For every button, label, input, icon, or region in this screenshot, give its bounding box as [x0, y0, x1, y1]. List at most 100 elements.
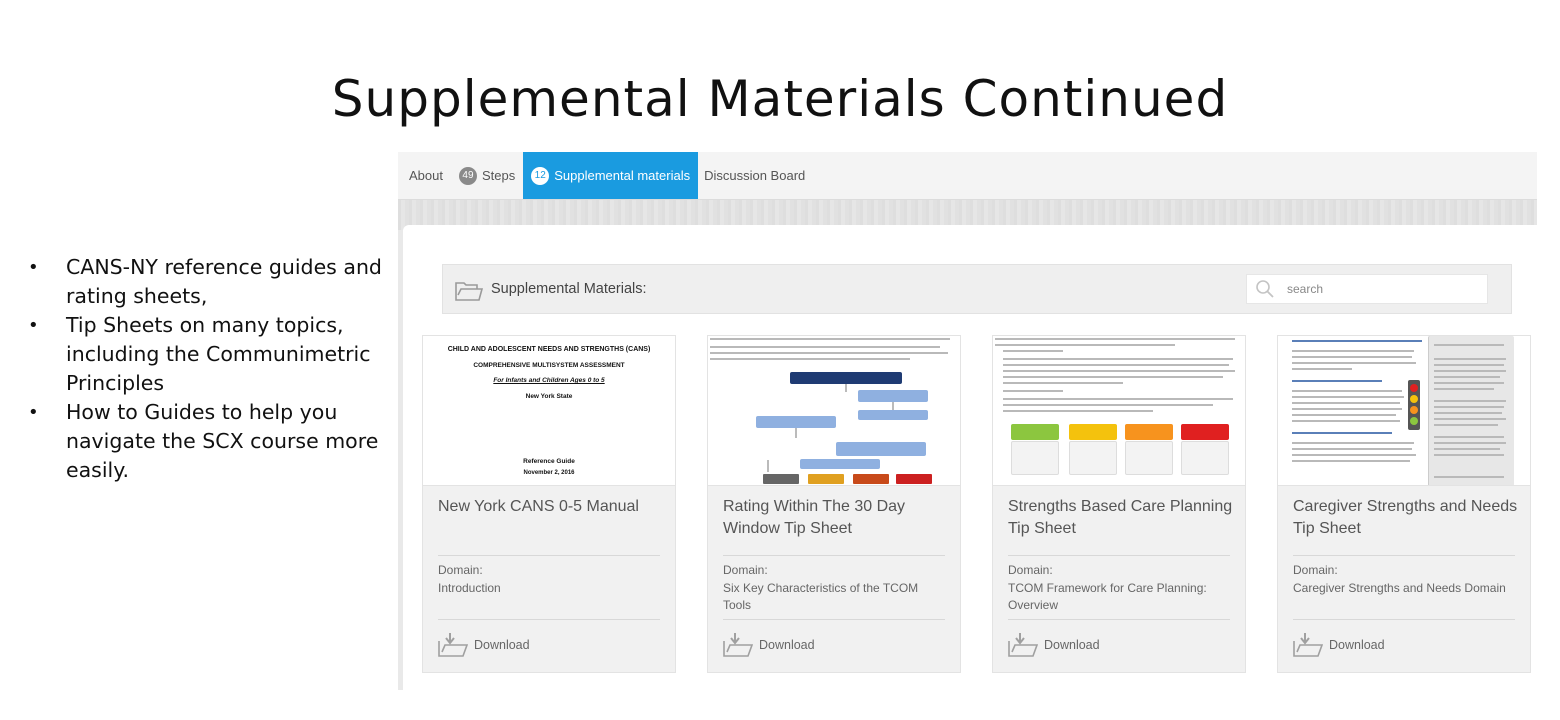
traffic-light-orange	[1410, 406, 1418, 414]
text-line	[1003, 390, 1063, 392]
domain-value: Introduction	[438, 581, 501, 595]
document-thumbnail[interactable]: CHILD AND ADOLESCENT NEEDS AND STRENGTHS…	[423, 336, 675, 486]
text-line	[1434, 382, 1504, 384]
domain-label: Domain:	[723, 563, 768, 577]
divider	[1293, 555, 1515, 556]
text-line	[1292, 460, 1410, 462]
text-line	[1434, 364, 1504, 366]
text-line	[1292, 448, 1412, 450]
thumb-state: New York State	[525, 393, 573, 400]
course-screenshot: About 49 Steps 12 Supplemental materials D…	[398, 152, 1537, 690]
text-line	[1434, 358, 1506, 360]
tab-supplemental-materials[interactable]: 12 Supplemental materials	[523, 152, 699, 199]
card-title[interactable]: Rating Within The 30 Day Window Tip Shee…	[723, 496, 948, 540]
text-line	[1292, 414, 1396, 416]
rating-detail	[1011, 441, 1059, 475]
bullet-item: How to Guides to help you navigate the S…	[28, 398, 388, 485]
text-line	[1292, 420, 1400, 422]
tab-discussion-board[interactable]: Discussion Board	[698, 152, 809, 199]
divider	[723, 555, 945, 556]
tab-label: About	[409, 168, 443, 183]
document-thumbnail[interactable]	[708, 336, 960, 486]
download-button[interactable]: Download	[1008, 632, 1100, 658]
text-line	[1003, 398, 1233, 400]
domain-value: Caregiver Strengths and Needs Domain	[1293, 581, 1506, 595]
text-line	[710, 338, 950, 340]
text-line	[1434, 436, 1504, 438]
text-line	[710, 352, 948, 354]
traffic-light-green	[1410, 417, 1418, 425]
divider	[438, 619, 660, 620]
tab-steps[interactable]: 49 Steps	[455, 152, 519, 199]
download-icon	[438, 633, 468, 657]
text-line	[1434, 388, 1494, 390]
search-box[interactable]	[1246, 274, 1488, 304]
card-title[interactable]: Caregiver Strengths and Needs Tip Sheet	[1293, 496, 1518, 540]
text-line	[1434, 476, 1504, 478]
tab-label: Discussion Board	[704, 168, 806, 183]
download-label: Download	[1044, 638, 1100, 652]
thumb-ages: For Infants and Children Ages 0 to 5	[493, 377, 605, 384]
text-line	[995, 344, 1175, 346]
material-card[interactable]: Caregiver Strengths and Needs Tip Sheet …	[1277, 335, 1531, 673]
text-line	[1434, 418, 1506, 420]
flowchart-graphic	[756, 372, 932, 484]
bullet-item: Tip Sheets on many topics, including the…	[28, 311, 388, 398]
text-line	[1292, 350, 1414, 352]
text-line	[1292, 368, 1352, 370]
tab-label: Steps	[481, 168, 516, 183]
text-line	[1003, 376, 1223, 378]
tab-label: Supplemental materials	[554, 168, 691, 183]
divider	[1293, 619, 1515, 620]
text-line	[1292, 362, 1416, 364]
download-label: Download	[759, 638, 815, 652]
text-line	[1003, 358, 1233, 360]
divider	[1008, 555, 1230, 556]
download-button[interactable]: Download	[723, 632, 815, 658]
supplemental-count-badge: 12	[531, 166, 550, 185]
text-line	[1434, 448, 1500, 450]
text-line	[1292, 356, 1412, 358]
download-label: Download	[1329, 638, 1385, 652]
steps-count-badge: 49	[458, 166, 477, 185]
document-thumbnail[interactable]	[993, 336, 1245, 486]
search-icon[interactable]	[1255, 279, 1275, 299]
download-icon	[723, 633, 753, 657]
tab-about[interactable]: About	[398, 152, 455, 199]
text-line	[995, 338, 1235, 340]
materials-cards: CHILD AND ADOLESCENT NEEDS AND STRENGTHS…	[422, 335, 1537, 675]
text-line	[1434, 412, 1502, 414]
divider	[438, 555, 660, 556]
material-card[interactable]: Strengths Based Care Planning Tip Sheet …	[992, 335, 1246, 673]
card-title[interactable]: New York CANS 0-5 Manual	[438, 496, 663, 518]
text-line	[1292, 454, 1416, 456]
download-button[interactable]: Download	[1293, 632, 1385, 658]
text-line	[1434, 424, 1498, 426]
text-line	[1434, 442, 1506, 444]
traffic-light-yellow	[1410, 395, 1418, 403]
document-thumbnail[interactable]	[1278, 336, 1530, 486]
text-line	[710, 358, 910, 360]
text-line	[1292, 442, 1414, 444]
download-icon	[1008, 633, 1038, 657]
text-line	[1292, 396, 1404, 398]
materials-header: Supplemental Materials:	[442, 264, 1512, 314]
materials-title: Supplemental Materials:	[491, 281, 647, 297]
material-card[interactable]: CHILD AND ADOLESCENT NEEDS AND STRENGTHS…	[422, 335, 676, 673]
text-line	[1434, 406, 1504, 408]
rating-box-green	[1011, 424, 1059, 440]
rating-detail	[1069, 441, 1117, 475]
text-line	[1292, 402, 1400, 404]
text-line	[1292, 390, 1402, 392]
bullet-item: CANS-NY reference guides and rating shee…	[28, 253, 388, 311]
download-button[interactable]: Download	[438, 632, 530, 658]
course-nav: About 49 Steps 12 Supplemental materials D…	[398, 152, 1537, 200]
rating-detail	[1125, 441, 1173, 475]
text-line	[1292, 340, 1422, 342]
search-input[interactable]	[1287, 282, 1467, 296]
material-card[interactable]: Rating Within The 30 Day Window Tip Shee…	[707, 335, 961, 673]
text-line	[1434, 344, 1504, 346]
card-title[interactable]: Strengths Based Care Planning Tip Sheet	[1008, 496, 1233, 540]
text-line	[1003, 364, 1229, 366]
text-line	[710, 346, 940, 348]
